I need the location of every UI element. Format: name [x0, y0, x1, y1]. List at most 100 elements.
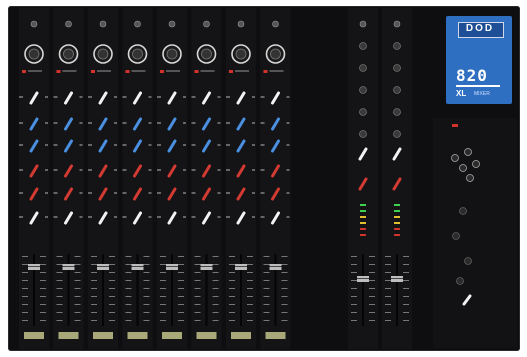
- peak-led: [194, 70, 199, 73]
- channel-label-strip: [93, 332, 113, 339]
- fader-scale-mark: [247, 272, 253, 273]
- peak-led: [263, 70, 268, 73]
- fader-scale-mark: [385, 272, 391, 273]
- fader-scale-mark: [22, 304, 28, 305]
- right-control-section: [433, 118, 517, 348]
- fader-scale-mark: [56, 280, 63, 281]
- knob-mark: [114, 144, 117, 146]
- fader-scale-mark: [74, 312, 81, 313]
- fader-scale-mark: [109, 272, 115, 273]
- meter-led: [394, 234, 400, 236]
- fader-cap-line: [357, 278, 369, 279]
- master-knob: [359, 130, 367, 138]
- knob-mark: [19, 192, 23, 194]
- knob-mark: [286, 192, 290, 194]
- trim-knob: [393, 20, 401, 28]
- effects-knob: [466, 174, 474, 182]
- fader-scale-mark: [247, 296, 253, 297]
- fader-scale-mark: [385, 256, 391, 257]
- knob-mark: [53, 169, 58, 171]
- fader-scale-mark: [212, 280, 219, 281]
- knob-mark: [88, 122, 92, 124]
- knob-mark: [157, 216, 161, 218]
- fader-scale-mark: [263, 304, 270, 305]
- channel-label-strip: [196, 332, 217, 339]
- knob-mark: [217, 96, 221, 98]
- fader-scale-mark: [143, 304, 150, 305]
- fader-scale-mark: [369, 288, 375, 289]
- fader-cap-line: [28, 266, 40, 267]
- fader-scale-mark: [125, 304, 132, 305]
- master-knob: [393, 130, 401, 138]
- fader-scale-mark: [247, 288, 253, 289]
- fader-scale-mark: [22, 280, 28, 281]
- fader-scale-mark: [91, 256, 97, 257]
- fader-scale-mark: [109, 312, 115, 313]
- fader-scale-mark: [40, 304, 46, 305]
- knob-mark: [45, 96, 48, 98]
- fader-scale-mark: [40, 280, 46, 281]
- fader-scale-mark: [125, 280, 132, 281]
- fader-scale-mark: [160, 312, 166, 313]
- knob-mark: [226, 216, 230, 218]
- knob-mark: [217, 122, 221, 124]
- fader-scale-mark: [194, 272, 201, 273]
- fader-scale-mark: [40, 312, 46, 313]
- fader-scale-mark: [212, 272, 219, 273]
- fader-scale-mark: [194, 304, 201, 305]
- master-knob: [359, 86, 367, 94]
- peak-led: [56, 70, 61, 73]
- trim-knob: [134, 20, 141, 28]
- knob-mark: [157, 192, 161, 194]
- fader-scale-mark: [178, 264, 184, 265]
- brand-name: DOD: [465, 23, 495, 34]
- fader-scale-mark: [263, 280, 270, 281]
- channel-label-strip: [24, 332, 44, 339]
- fader-scale-mark: [74, 320, 81, 321]
- knob-mark: [79, 144, 83, 146]
- knob-mark: [19, 96, 23, 98]
- model-suffix: XL: [456, 89, 467, 98]
- knob-mark: [286, 122, 290, 124]
- led-label: [200, 70, 215, 72]
- knob-mark: [45, 122, 48, 124]
- knob-mark: [88, 169, 92, 171]
- fader-scale-mark: [40, 256, 46, 257]
- mixer-artwork: [19, 8, 517, 349]
- fader-scale-mark: [247, 320, 253, 321]
- fader-scale-mark: [403, 320, 409, 321]
- channel-label-strip: [265, 332, 286, 339]
- fader-scale-mark: [74, 280, 81, 281]
- knob-mark: [19, 122, 23, 124]
- peak-led: [160, 70, 164, 73]
- knob-mark: [252, 192, 255, 194]
- gain-knob-cap: [63, 48, 74, 60]
- effects-knob: [459, 164, 467, 172]
- knob-mark: [53, 144, 58, 146]
- knob-mark: [19, 144, 23, 146]
- fader-scale-mark: [74, 256, 81, 257]
- knob-mark: [114, 169, 117, 171]
- fader-scale-mark: [178, 320, 184, 321]
- fader-scale-mark: [229, 272, 235, 273]
- fader-scale-mark: [403, 296, 409, 297]
- fader-scale-mark: [403, 304, 409, 305]
- output-knob: [456, 277, 464, 285]
- master-knob: [393, 86, 401, 94]
- fader-scale-mark: [247, 264, 253, 265]
- knob-mark: [148, 122, 152, 124]
- model-label: MIXER: [474, 91, 490, 97]
- fader-scale-mark: [229, 296, 235, 297]
- knob-mark: [191, 192, 196, 194]
- gain-knob-cap: [132, 48, 143, 60]
- fader-scale-mark: [40, 288, 46, 289]
- knob-mark: [157, 169, 161, 171]
- fader-scale-mark: [125, 296, 132, 297]
- knob-mark: [114, 96, 117, 98]
- fader-scale-mark: [178, 256, 184, 257]
- knob-mark: [260, 144, 265, 146]
- knob-mark: [122, 122, 127, 124]
- fader-scale-mark: [229, 256, 235, 257]
- knob-mark: [45, 192, 48, 194]
- knob-mark: [252, 216, 255, 218]
